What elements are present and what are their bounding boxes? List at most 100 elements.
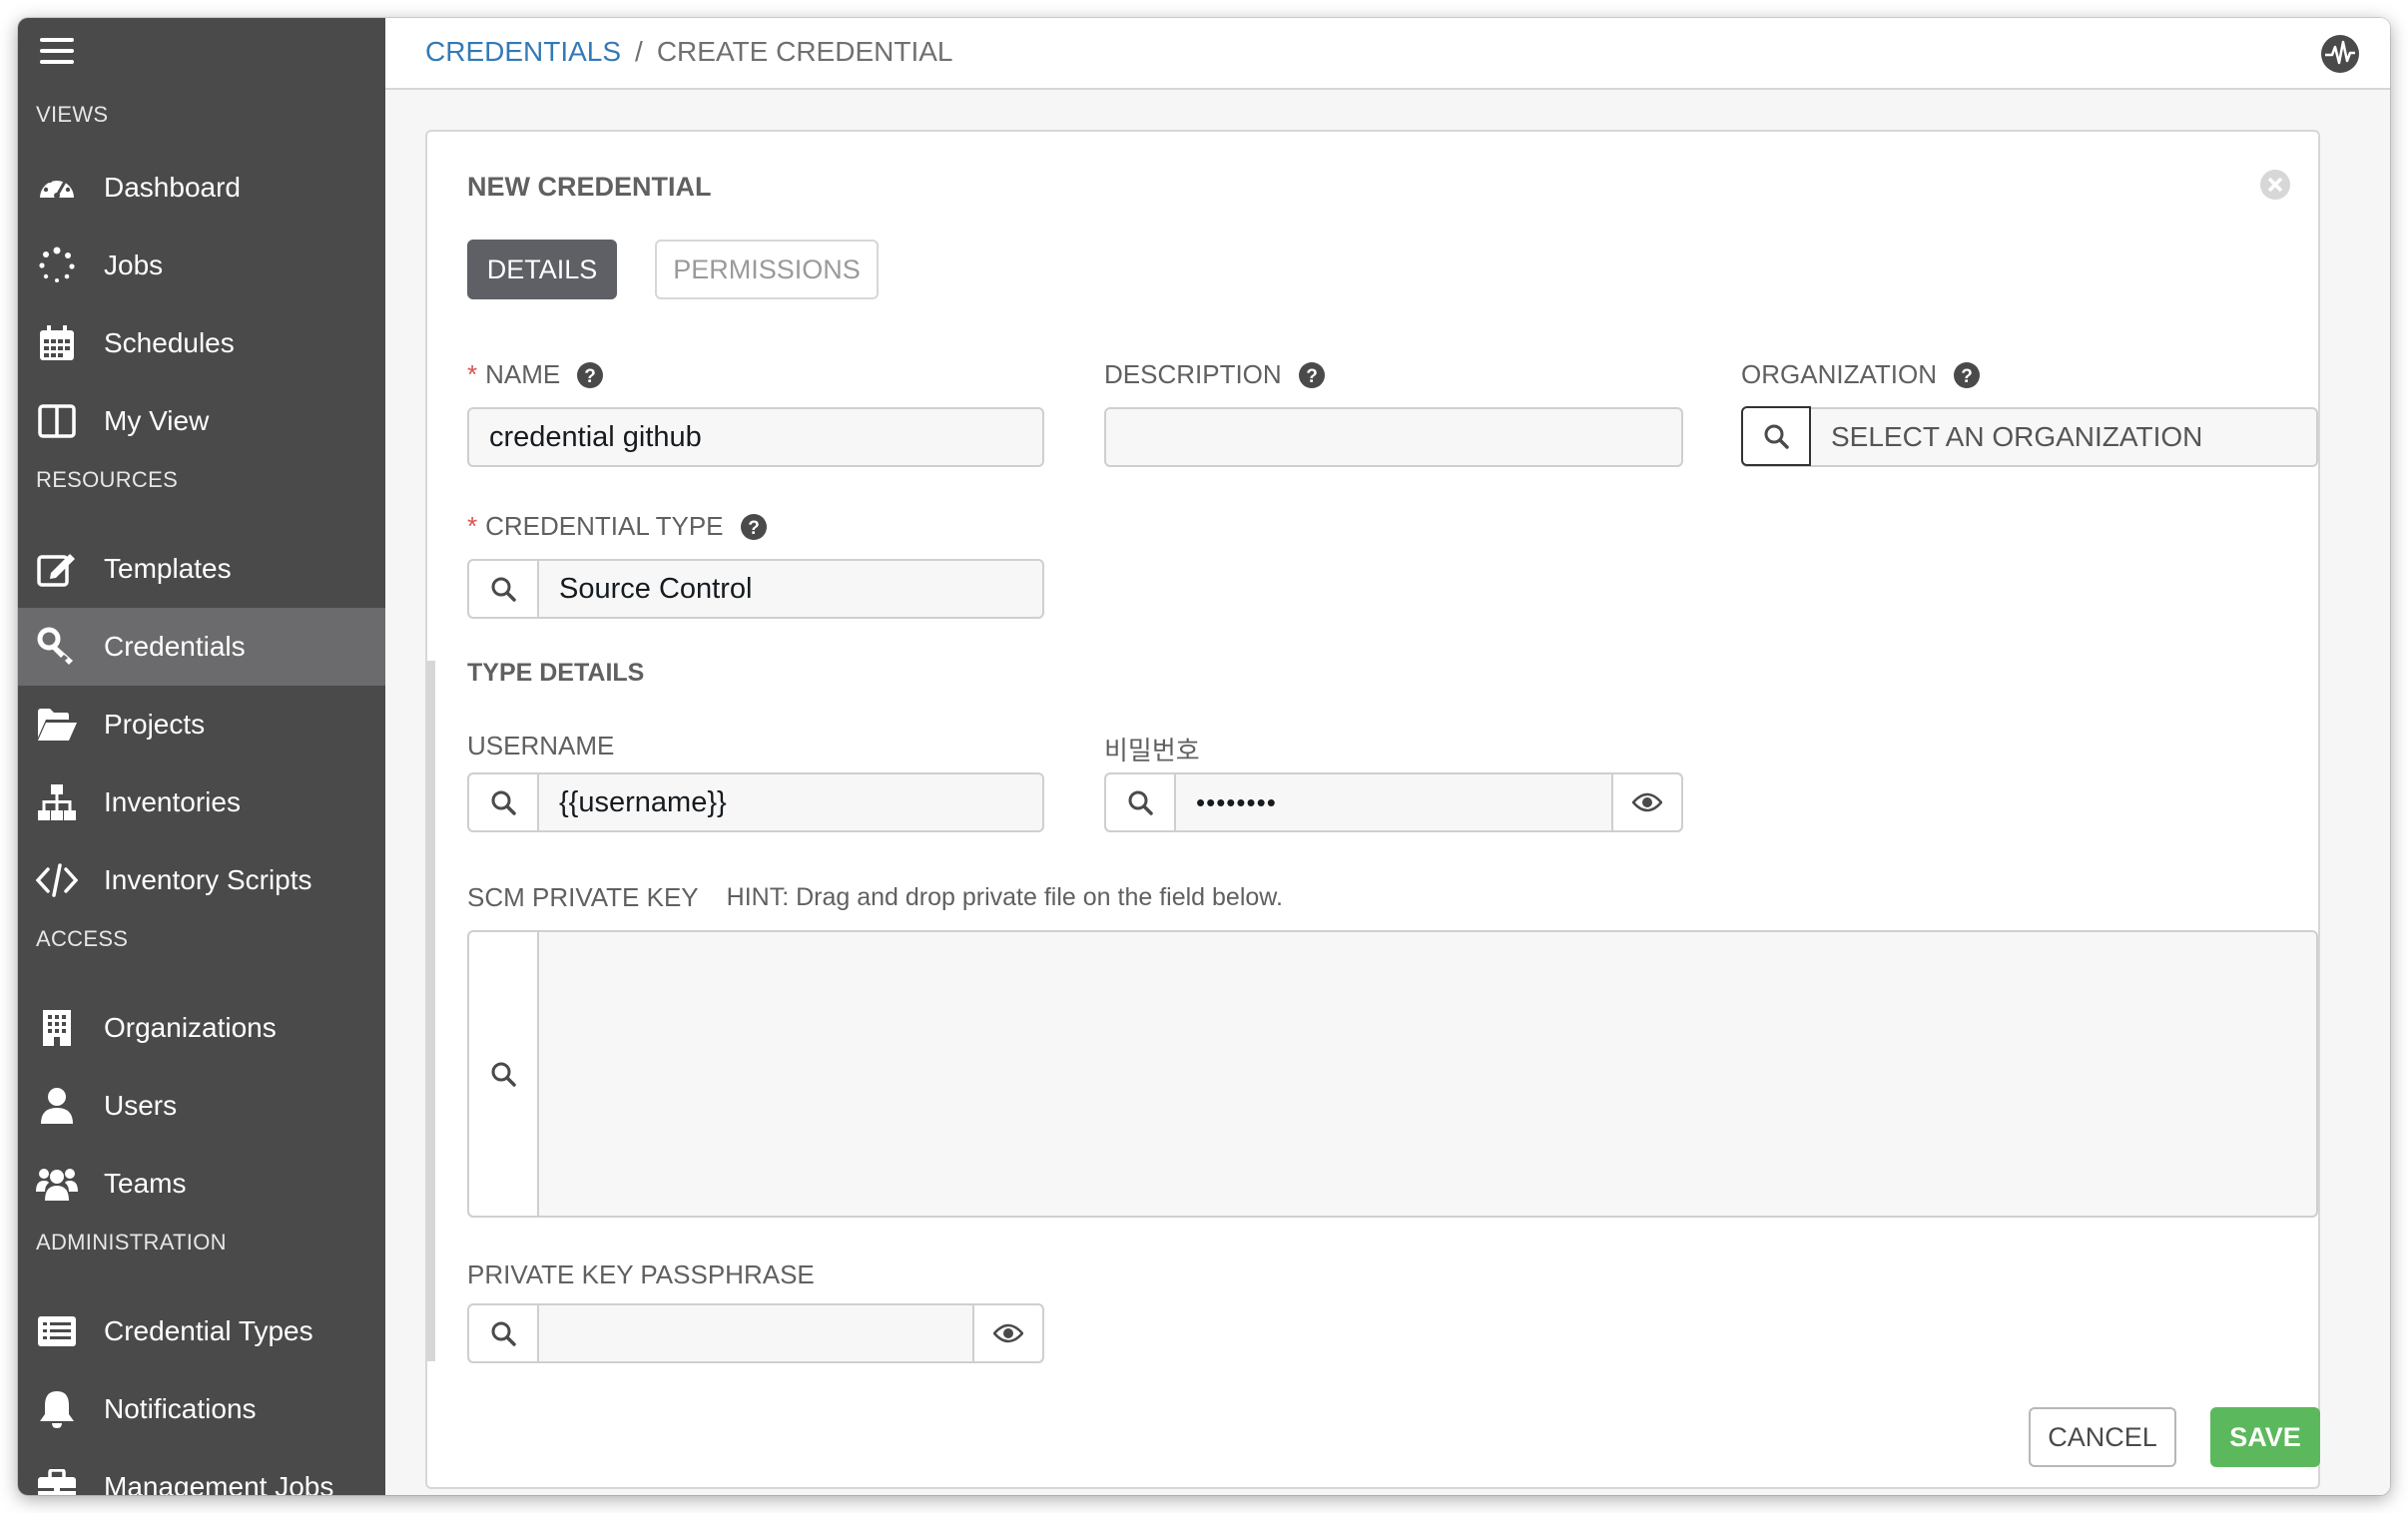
private-key-passphrase-field[interactable] [467, 1303, 1044, 1363]
password-field[interactable]: •••••••• [1104, 772, 1683, 832]
eye-icon [1632, 792, 1662, 812]
sidebar-item-inventory-scripts[interactable]: Inventory Scripts [18, 841, 385, 919]
username-lookup-button[interactable] [469, 774, 539, 830]
code-icon [36, 859, 78, 901]
passphrase-lookup-button[interactable] [469, 1305, 539, 1361]
username-field[interactable]: {{username}} [467, 772, 1044, 832]
user-icon [36, 1085, 78, 1127]
section-label-access: ACCESS [36, 926, 129, 951]
private-key-passphrase-label: PRIVATE KEY PASSPHRASE [467, 1260, 815, 1289]
sidebar-item-label: Users [104, 1090, 178, 1121]
credential-type-field[interactable]: Source Control [467, 559, 1044, 619]
main-content: CREDENTIALS / CREATE CREDENTIAL NEW CREDEN… [385, 18, 2390, 1495]
sidebar-item-label: Organizations [104, 1012, 277, 1043]
sidebar-item-inventories[interactable]: Inventories [18, 763, 385, 841]
password-label: 비밀번호 [1104, 736, 1200, 765]
calendar-icon [36, 322, 78, 364]
sidebar-item-projects[interactable]: Projects [18, 686, 385, 763]
sidebar-item-jobs[interactable]: Jobs [18, 227, 385, 304]
save-button[interactable]: SAVE [2210, 1407, 2320, 1467]
organization-label-text: ORGANIZATION [1741, 359, 1937, 389]
sidebar-item-label: Projects [104, 709, 206, 740]
credential-type-value: Source Control [559, 572, 753, 605]
organization-label: ORGANIZATION ? [1741, 359, 1981, 390]
credential-type-lookup-button[interactable] [469, 561, 539, 617]
menu-toggle-icon[interactable] [40, 38, 74, 68]
breadcrumb-separator: / [635, 36, 643, 67]
svg-text:?: ? [584, 366, 596, 387]
sidebar-item-my-view[interactable]: My View [18, 382, 385, 460]
scm-private-key-hint: HINT: Drag and drop private file on the … [726, 883, 1283, 911]
sidebar-item-organizations[interactable]: Organizations [18, 989, 385, 1067]
svg-text:?: ? [1306, 366, 1318, 387]
sidebar-item-label: Inventories [104, 786, 241, 817]
organization-placeholder: SELECT AN ORGANIZATION [1831, 421, 2203, 452]
sidebar-item-credentials[interactable]: Credentials [18, 608, 385, 686]
sidebar-item-management-jobs[interactable]: Management Jobs [18, 1448, 385, 1495]
breadcrumb: CREDENTIALS / CREATE CREDENTIAL [425, 36, 952, 68]
sidebar-item-templates[interactable]: Templates [18, 530, 385, 608]
help-icon[interactable]: ? [576, 361, 604, 389]
tab-details[interactable]: DETAILS [467, 240, 617, 299]
eye-icon [993, 1323, 1023, 1343]
description-label: DESCRIPTION ? [1104, 359, 1326, 390]
sidebar-item-label: Schedules [104, 327, 235, 358]
breadcrumb-credentials-link[interactable]: CREDENTIALS [425, 36, 621, 67]
sitemap-icon [36, 781, 78, 823]
show-passphrase-button[interactable] [972, 1305, 1042, 1361]
required-marker: * [467, 511, 478, 541]
sidebar-item-credential-types[interactable]: Credential Types [18, 1292, 385, 1370]
credential-type-label-text: CREDENTIAL TYPE [485, 511, 724, 541]
help-icon[interactable]: ? [1298, 361, 1326, 389]
sidebar-item-label: Dashboard [104, 172, 241, 203]
section-label-views: VIEWS [36, 102, 109, 127]
required-marker: * [467, 359, 478, 389]
sidebar: VIEWS Dashboard Jobs Schedules My View R… [18, 18, 385, 1495]
sidebar-item-label: Notifications [104, 1393, 257, 1424]
name-label: * NAME ? [467, 359, 604, 390]
sidebar-item-dashboard[interactable]: Dashboard [18, 149, 385, 227]
users-icon [36, 1163, 78, 1205]
breadcrumb-current: CREATE CREDENTIAL [656, 36, 953, 67]
help-icon[interactable]: ? [740, 513, 768, 541]
password-lookup-button[interactable] [1106, 774, 1176, 830]
sidebar-item-label: Templates [104, 553, 232, 584]
type-details-bar [427, 661, 435, 1361]
name-value: credential github [489, 420, 702, 453]
panel-title: NEW CREDENTIAL [467, 172, 712, 202]
svg-text:?: ? [748, 518, 760, 539]
sidebar-item-users[interactable]: Users [18, 1067, 385, 1145]
sidebar-item-teams[interactable]: Teams [18, 1145, 385, 1223]
section-label-administration: ADMINISTRATION [36, 1230, 227, 1255]
credential-type-label: * CREDENTIAL TYPE ? [467, 511, 768, 542]
new-credential-panel: NEW CREDENTIAL DETAILS PERMISSIONS * NAME… [425, 130, 2320, 1489]
tab-permissions[interactable]: PERMISSIONS [655, 240, 879, 299]
scm-private-key-label-text: SCM PRIVATE KEY [467, 882, 699, 912]
edit-icon [36, 548, 78, 590]
sidebar-item-notifications[interactable]: Notifications [18, 1370, 385, 1448]
briefcase-icon [36, 1466, 78, 1495]
activity-stream-icon[interactable] [2320, 34, 2360, 74]
sidebar-item-label: Credentials [104, 631, 246, 662]
building-icon [36, 1007, 78, 1049]
description-field[interactable] [1104, 407, 1683, 467]
section-label-resources: RESOURCES [36, 467, 179, 492]
sidebar-item-schedules[interactable]: Schedules [18, 304, 385, 382]
cancel-button[interactable]: CANCEL [2029, 1407, 2176, 1467]
description-label-text: DESCRIPTION [1104, 359, 1282, 389]
search-icon [491, 1321, 516, 1346]
password-value: •••••••• [1196, 786, 1277, 817]
organization-field[interactable]: SELECT AN ORGANIZATION [1741, 406, 2318, 467]
organization-lookup-button[interactable] [1741, 406, 1811, 466]
show-password-button[interactable] [1611, 774, 1681, 830]
scm-private-key-textarea[interactable] [467, 930, 2318, 1218]
close-icon[interactable] [2258, 168, 2292, 202]
help-icon[interactable]: ? [1953, 361, 1981, 389]
sidebar-item-label: My View [104, 405, 210, 436]
list-alt-icon [36, 1310, 78, 1352]
sidebar-item-label: Inventory Scripts [104, 864, 312, 895]
scm-private-key-lookup-button[interactable] [469, 932, 539, 1216]
type-details-heading: TYPE DETAILS [467, 659, 645, 687]
name-field[interactable]: credential github [467, 407, 1044, 467]
dashboard-icon [36, 167, 78, 209]
